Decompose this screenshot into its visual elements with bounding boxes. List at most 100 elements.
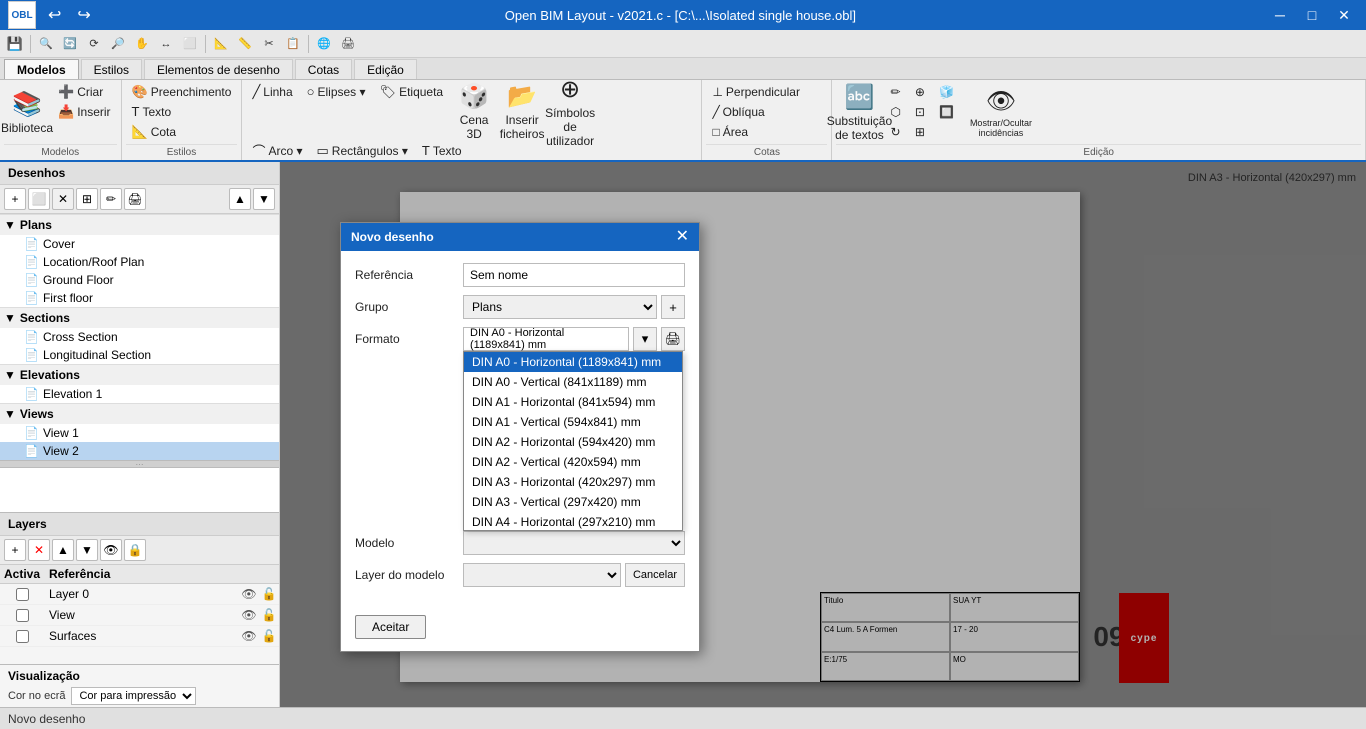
layer-row-2[interactable]: Surfaces 👁 🔓 xyxy=(0,626,279,647)
tree-item-elevation1[interactable]: 📄 Elevation 1 xyxy=(0,385,279,403)
dropdown-option-3[interactable]: DIN A1 - Vertical (594x841) mm xyxy=(464,412,682,432)
minimize-btn[interactable]: ─ xyxy=(1266,5,1294,25)
arco-btn[interactable]: ⌒ Arco ▾ xyxy=(246,141,308,160)
dropdown-option-8[interactable]: DIN A4 - Horizontal (297x210) mm xyxy=(464,512,682,531)
up-btn[interactable]: ▲ xyxy=(229,188,251,210)
dropdown-option-0[interactable]: DIN A0 - Horizontal (1189x841) mm xyxy=(464,352,682,372)
elipses-btn[interactable]: ○ Elipses ▾ xyxy=(301,82,372,101)
layer-lock-btn[interactable]: 🔒 xyxy=(124,539,146,561)
dropdown-option-5[interactable]: DIN A2 - Vertical (420x594) mm xyxy=(464,452,682,472)
layer1-checkbox[interactable] xyxy=(0,609,45,622)
tree-item-view2[interactable]: 📄 View 2 xyxy=(0,442,279,460)
dropdown-option-7[interactable]: DIN A3 - Vertical (297x420) mm xyxy=(464,492,682,512)
maximize-btn[interactable]: □ xyxy=(1298,5,1326,25)
obliqua-btn[interactable]: ╱ Oblíqua xyxy=(706,102,806,121)
close-btn[interactable]: ✕ xyxy=(1330,5,1358,25)
ed-btn6[interactable]: ⊞ xyxy=(909,122,931,141)
tb-btn-4[interactable]: 🔎 xyxy=(107,33,129,55)
preenchimento-btn[interactable]: 🎨 Preenchimento xyxy=(126,82,238,101)
tb-btn-8[interactable]: 📐 xyxy=(210,33,232,55)
remove-btn[interactable]: ✕ xyxy=(52,188,74,210)
dropdown-option-1[interactable]: DIN A0 - Vertical (841x1189) mm xyxy=(464,372,682,392)
layer0-lock-btn[interactable]: 🔓 xyxy=(259,585,279,603)
tb-btn-13[interactable]: 🖨 xyxy=(337,33,359,55)
referencia-input[interactable] xyxy=(463,263,685,287)
cena3d-btn[interactable]: 🎲 Cena 3D xyxy=(451,82,497,140)
tb-btn-5[interactable]: ✋ xyxy=(131,33,153,55)
layer1-vis-btn[interactable]: 👁 xyxy=(239,606,259,624)
layer1-lock-btn[interactable]: 🔓 xyxy=(259,606,279,624)
tree-group-elevations[interactable]: ▼ Elevations xyxy=(0,364,279,385)
save-btn[interactable]: 💾 xyxy=(4,33,26,55)
ed-btn5[interactable]: ⊡ xyxy=(909,102,931,121)
ed-btn4[interactable]: ⊕ xyxy=(909,82,931,101)
grupo-add-btn[interactable]: + xyxy=(661,295,685,319)
tab-cotas[interactable]: Cotas xyxy=(295,59,352,79)
layer-modelo-select[interactable] xyxy=(463,563,621,587)
tree-item-cross[interactable]: 📄 Cross Section xyxy=(0,328,279,346)
tree-item-cover[interactable]: 📄 Cover xyxy=(0,235,279,253)
tab-elementos[interactable]: Elementos de desenho xyxy=(144,59,293,79)
tb-btn-6[interactable]: ↔ xyxy=(155,33,177,55)
tree-item-location[interactable]: 📄 Location/Roof Plan xyxy=(0,253,279,271)
layer-up-btn[interactable]: ▲ xyxy=(52,539,74,561)
texto-estilo-btn[interactable]: T Texto xyxy=(126,102,238,121)
table-btn[interactable]: ⊞ xyxy=(76,188,98,210)
tree-item-ground-floor[interactable]: 📄 Ground Floor xyxy=(0,271,279,289)
modelo-select[interactable] xyxy=(463,531,685,555)
tree-item-first-floor[interactable]: 📄 First floor xyxy=(0,289,279,307)
aceitar-btn[interactable]: Aceitar xyxy=(355,615,426,639)
tb-btn-3[interactable]: ⟳ xyxy=(83,33,105,55)
redo-btn[interactable]: ↪ xyxy=(73,5,94,25)
layer2-vis-btn[interactable]: 👁 xyxy=(239,627,259,645)
layer2-lock-btn[interactable]: 🔓 xyxy=(259,627,279,645)
tb-btn-1[interactable]: 🔍 xyxy=(35,33,57,55)
criar-btn[interactable]: ➕ Criar xyxy=(52,82,117,101)
area-btn[interactable]: □ Área xyxy=(706,122,806,141)
tb-btn-9[interactable]: 📏 xyxy=(234,33,256,55)
inserir-btn[interactable]: 📥 Inserir xyxy=(52,102,117,121)
edit-btn[interactable]: ✏ xyxy=(100,188,122,210)
del-layer-btn[interactable]: ✕ xyxy=(28,539,50,561)
viz-select[interactable]: Cor para impressão Cor no ecrã Preto e b… xyxy=(71,687,196,705)
linha-btn[interactable]: ╱ Linha xyxy=(246,82,298,101)
print-btn[interactable]: 🖨 xyxy=(124,188,146,210)
add-drawing-btn[interactable]: + xyxy=(4,188,26,210)
perpendicular-btn[interactable]: ⊥ Perpendicular xyxy=(706,82,806,101)
etiqueta-btn[interactable]: 🏷 Etiqueta xyxy=(374,82,450,101)
tree-item-longitudinal[interactable]: 📄 Longitudinal Section xyxy=(0,346,279,364)
modal-close-btn[interactable]: ✕ xyxy=(676,229,689,245)
dropdown-option-6[interactable]: DIN A3 - Horizontal (420x297) mm xyxy=(464,472,682,492)
biblioteca-btn[interactable]: 📚 Biblioteca xyxy=(4,82,50,142)
ed-btn7[interactable]: 🧊 xyxy=(933,82,960,101)
tree-group-plans[interactable]: ▼ Plans xyxy=(0,214,279,235)
tree-item-view1[interactable]: 📄 View 1 xyxy=(0,424,279,442)
layer2-checkbox[interactable] xyxy=(0,630,45,643)
mostrar-ocultar-btn[interactable]: 👁 Mostrar/Ocultar incidências xyxy=(973,82,1029,142)
view-btn1[interactable]: ⬜ xyxy=(28,188,50,210)
tree-group-sections[interactable]: ▼ Sections xyxy=(0,307,279,328)
inserir-ficheiros-btn[interactable]: 📂 Inserir ficheiros xyxy=(499,82,545,140)
dropdown-option-2[interactable]: DIN A1 - Horizontal (841x594) mm xyxy=(464,392,682,412)
formato-action-btn[interactable]: 🖨 xyxy=(661,327,685,351)
ed-btn3[interactable]: ↻ xyxy=(884,122,906,141)
ed-btn8[interactable]: 🔲 xyxy=(933,102,960,121)
layer0-checkbox[interactable] xyxy=(0,588,45,601)
tab-estilos[interactable]: Estilos xyxy=(81,59,142,79)
down-btn[interactable]: ▼ xyxy=(253,188,275,210)
substituicao-btn[interactable]: 🔤 Substituição de textos xyxy=(836,82,882,142)
cota-btn[interactable]: 📐 Cota xyxy=(126,122,238,141)
layer-row-0[interactable]: Layer 0 👁 🔓 xyxy=(0,584,279,605)
grupo-select[interactable]: Plans Sections Elevations Views xyxy=(463,295,657,319)
splitter[interactable]: ··· xyxy=(0,460,279,468)
tree-group-views[interactable]: ▼ Views xyxy=(0,403,279,424)
tab-edicao[interactable]: Edição xyxy=(354,59,417,79)
layer-down-btn[interactable]: ▼ xyxy=(76,539,98,561)
tb-btn-11[interactable]: 📋 xyxy=(282,33,304,55)
tb-btn-10[interactable]: ✂ xyxy=(258,33,280,55)
cancelar-inline-btn[interactable]: Cancelar xyxy=(625,563,685,587)
add-layer-btn[interactable]: + xyxy=(4,539,26,561)
ed-btn2[interactable]: ⬡ xyxy=(884,102,906,121)
texto-elem-btn[interactable]: T Texto xyxy=(416,141,468,160)
layer-row-1[interactable]: View 👁 🔓 xyxy=(0,605,279,626)
